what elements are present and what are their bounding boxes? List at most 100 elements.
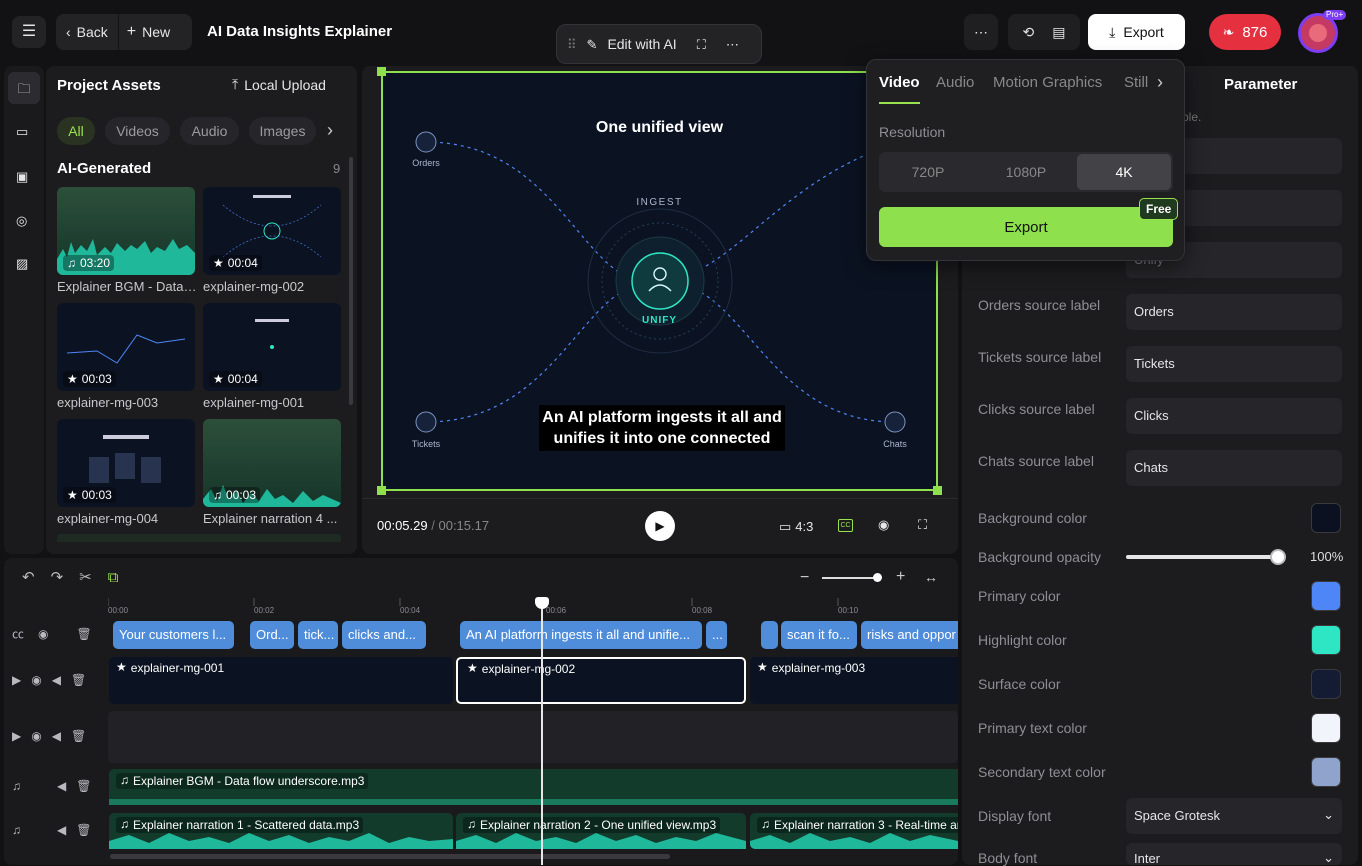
tickets-input[interactable]: Tickets xyxy=(1126,346,1342,382)
caption-clip[interactable]: Your customers l... xyxy=(113,621,234,649)
effects-tab[interactable]: ◎ xyxy=(16,213,27,228)
video-clip[interactable]: ★ explainer-mg-003 xyxy=(750,657,958,704)
eye-icon[interactable]: ◉ xyxy=(38,628,48,640)
history-icon[interactable]: ⟲ xyxy=(1023,25,1035,39)
caption-clip[interactable]: risks and oppor xyxy=(861,621,958,649)
eye-icon[interactable]: ◉ xyxy=(31,730,41,742)
caption-clip[interactable]: clicks and... xyxy=(342,621,426,649)
assets-scrollbar[interactable] xyxy=(349,157,353,405)
timeline-scrollbar[interactable] xyxy=(110,854,670,859)
caption-clip[interactable]: tick... xyxy=(298,621,338,649)
empty-video-track[interactable] xyxy=(108,711,958,763)
asset-thumb-bgm[interactable]: ♫ 03:20 xyxy=(57,187,195,275)
tab-motion-graphics[interactable]: Motion Graphics xyxy=(993,74,1102,91)
display-font-select[interactable]: Space Grotesk ⌄ xyxy=(1126,798,1342,834)
asset-thumb-narration[interactable]: ♫ 00:03 xyxy=(203,419,341,507)
primary-color-swatch[interactable] xyxy=(1311,581,1341,611)
caption-clip[interactable]: Ord... xyxy=(250,621,294,649)
filter-videos[interactable]: Videos xyxy=(105,117,170,145)
fullscreen-button[interactable]: ⛶ xyxy=(918,517,927,532)
speaker-icon[interactable]: ◀ xyxy=(57,824,66,836)
playhead[interactable] xyxy=(541,602,543,865)
chevron-right-icon[interactable]: › xyxy=(1157,72,1163,93)
popup-export-button[interactable]: Export xyxy=(879,207,1173,247)
filter-all[interactable]: All xyxy=(57,117,95,145)
back-button[interactable]: ‹ Back xyxy=(56,14,118,50)
split-icon[interactable]: ⧉ xyxy=(108,570,119,585)
asset-thumb-mg-001[interactable]: ★ 00:04 xyxy=(203,303,341,391)
asset-thumb-mg-002[interactable]: ★ 00:04 xyxy=(203,187,341,275)
inbox-tab[interactable]: ▭ xyxy=(16,124,28,139)
text-tab[interactable]: ▨ xyxy=(16,256,28,271)
asset-thumb-mg-004[interactable]: ★ 00:03 xyxy=(57,419,195,507)
caption-clip[interactable]: ... xyxy=(706,621,727,649)
project-title[interactable]: AI Data Insights Explainer xyxy=(207,23,392,40)
tab-still[interactable]: Still xyxy=(1124,74,1152,91)
trash-icon[interactable]: 🗑 xyxy=(77,628,92,640)
local-upload-button[interactable]: ⤒ Local Upload xyxy=(232,77,326,93)
select-region-icon[interactable]: ⛶ xyxy=(697,38,706,51)
captions-toggle[interactable]: CC xyxy=(838,519,853,532)
secondary-text-color-swatch[interactable] xyxy=(1311,757,1341,787)
speaker-icon[interactable]: ◀ xyxy=(57,780,66,792)
new-button[interactable]: + New xyxy=(119,14,178,50)
opacity-slider-handle[interactable] xyxy=(1270,549,1286,565)
export-button[interactable]: ⤓ Export xyxy=(1088,14,1185,50)
filter-images[interactable]: Images xyxy=(249,117,316,145)
res-720p[interactable]: 720P xyxy=(879,152,977,192)
tab-audio[interactable]: Audio xyxy=(936,74,974,91)
res-4k[interactable]: 4K xyxy=(1077,154,1171,190)
trash-icon[interactable]: 🗑 xyxy=(76,824,91,836)
trash-icon[interactable]: 🗑 xyxy=(71,674,86,686)
edit-ai-button[interactable]: Edit with AI xyxy=(607,36,676,52)
zoom-slider[interactable] xyxy=(822,577,878,579)
more-options-button[interactable]: ⋯ xyxy=(964,14,998,50)
narration-clip[interactable]: ♫ Explainer narration 2 - One unified vie… xyxy=(456,813,746,849)
menu-button[interactable]: ☰ xyxy=(12,16,46,48)
clicks-input[interactable]: Clicks xyxy=(1126,398,1342,434)
chats-input[interactable]: Chats xyxy=(1126,450,1342,486)
undo-icon[interactable]: ↶ xyxy=(22,570,35,585)
video-canvas[interactable]: One unified view INGEST UNIFY Orders Tic… xyxy=(381,71,938,491)
caption-clip[interactable] xyxy=(761,621,778,649)
more-icon[interactable]: ⋯ xyxy=(726,38,739,51)
notes-icon[interactable]: ▤ xyxy=(1052,25,1065,39)
trash-icon[interactable]: 🗑 xyxy=(76,780,91,792)
chevron-right-icon[interactable]: › xyxy=(327,120,333,141)
zoom-in-button[interactable]: + xyxy=(896,568,905,586)
asset-thumb-mg-003[interactable]: ★ 00:03 xyxy=(57,303,195,391)
aspect-ratio-button[interactable]: ▭ 4:3 xyxy=(779,519,813,534)
res-1080p[interactable]: 1080P xyxy=(977,152,1075,192)
bgm-clip[interactable]: ♫ Explainer BGM - Data flow underscore.mp… xyxy=(109,769,958,805)
redo-icon[interactable]: ↷ xyxy=(51,570,64,585)
drag-handle-icon[interactable]: ⠿ xyxy=(567,38,577,51)
snapshot-button[interactable]: ◉ xyxy=(878,517,889,532)
video-clip[interactable]: ★ explainer-mg-001 xyxy=(109,657,453,704)
media-tab[interactable]: ▣ xyxy=(16,169,28,184)
fit-button[interactable]: ↔ xyxy=(924,569,938,585)
resize-handle[interactable] xyxy=(377,67,386,76)
narration-clip[interactable]: ♫ Explainer narration 3 - Real-time ana xyxy=(750,813,958,849)
assets-tab[interactable]: 🗀 xyxy=(8,72,40,104)
filter-audio[interactable]: Audio xyxy=(180,117,239,145)
narration-clip[interactable]: ♫ Explainer narration 1 - Scattered data.… xyxy=(109,813,453,849)
highlight-color-swatch[interactable] xyxy=(1311,625,1341,655)
surface-color-swatch[interactable] xyxy=(1311,669,1341,699)
zoom-handle[interactable] xyxy=(873,573,882,582)
speaker-icon[interactable]: ◀ xyxy=(52,730,61,742)
play-button[interactable]: ▶ xyxy=(645,511,675,541)
credits-button[interactable]: ❧ 876 xyxy=(1209,14,1281,50)
video-clip-selected[interactable]: ★ explainer-mg-002 xyxy=(456,657,746,704)
eye-icon[interactable]: ◉ xyxy=(31,674,41,686)
opacity-slider[interactable] xyxy=(1126,555,1278,559)
scissors-icon[interactable]: ✂ xyxy=(79,570,92,585)
time-ruler[interactable] xyxy=(108,598,958,614)
tab-video[interactable]: Video xyxy=(879,74,920,91)
resize-handle[interactable] xyxy=(377,486,386,495)
subtitle-box[interactable]: An AI platform ingests it all and unifie… xyxy=(539,405,785,451)
trash-icon[interactable]: 🗑 xyxy=(71,730,86,742)
caption-clip[interactable]: scan it fo... xyxy=(781,621,857,649)
body-font-select[interactable]: Inter ⌄ xyxy=(1126,843,1342,866)
zoom-out-button[interactable]: − xyxy=(800,569,809,587)
resize-handle[interactable] xyxy=(933,486,942,495)
